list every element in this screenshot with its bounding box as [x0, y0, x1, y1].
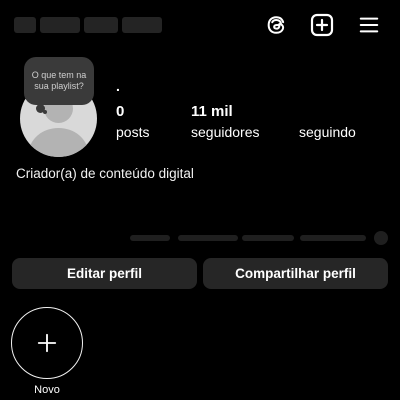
username-obscured[interactable]	[14, 17, 162, 33]
note-bubble-tail-dot	[43, 110, 47, 114]
posts-label[interactable]: posts	[116, 124, 149, 140]
edit-profile-label: Editar perfil	[66, 266, 142, 281]
bio-category: Criador(a) de conteúdo digital	[16, 166, 194, 181]
note-bubble[interactable]: O que tem na sua playlist?	[24, 57, 94, 105]
edit-profile-button[interactable]: Editar perfil	[12, 258, 197, 289]
add-icon[interactable]	[309, 12, 335, 38]
new-highlight-label: Novo	[34, 384, 60, 396]
link-obscured[interactable]	[130, 229, 390, 247]
display-name: .	[116, 78, 120, 94]
profile-screen: O que tem na sua playlist? . 0 posts 11 …	[0, 0, 400, 400]
posts-count: 0	[116, 103, 125, 120]
note-text: O que tem na sua playlist?	[31, 70, 87, 91]
share-profile-button[interactable]: Compartilhar perfil	[203, 258, 388, 289]
menu-icon[interactable]	[356, 12, 382, 38]
followers-label[interactable]: seguidores	[191, 124, 260, 140]
avatar-body-shape	[29, 128, 88, 157]
share-profile-label: Compartilhar perfil	[235, 266, 356, 281]
followers-count[interactable]: 11 mil	[191, 103, 233, 120]
following-label[interactable]: seguindo	[299, 124, 356, 140]
plus-icon	[37, 333, 57, 353]
threads-icon[interactable]	[263, 12, 289, 38]
new-highlight-button[interactable]	[11, 307, 83, 379]
